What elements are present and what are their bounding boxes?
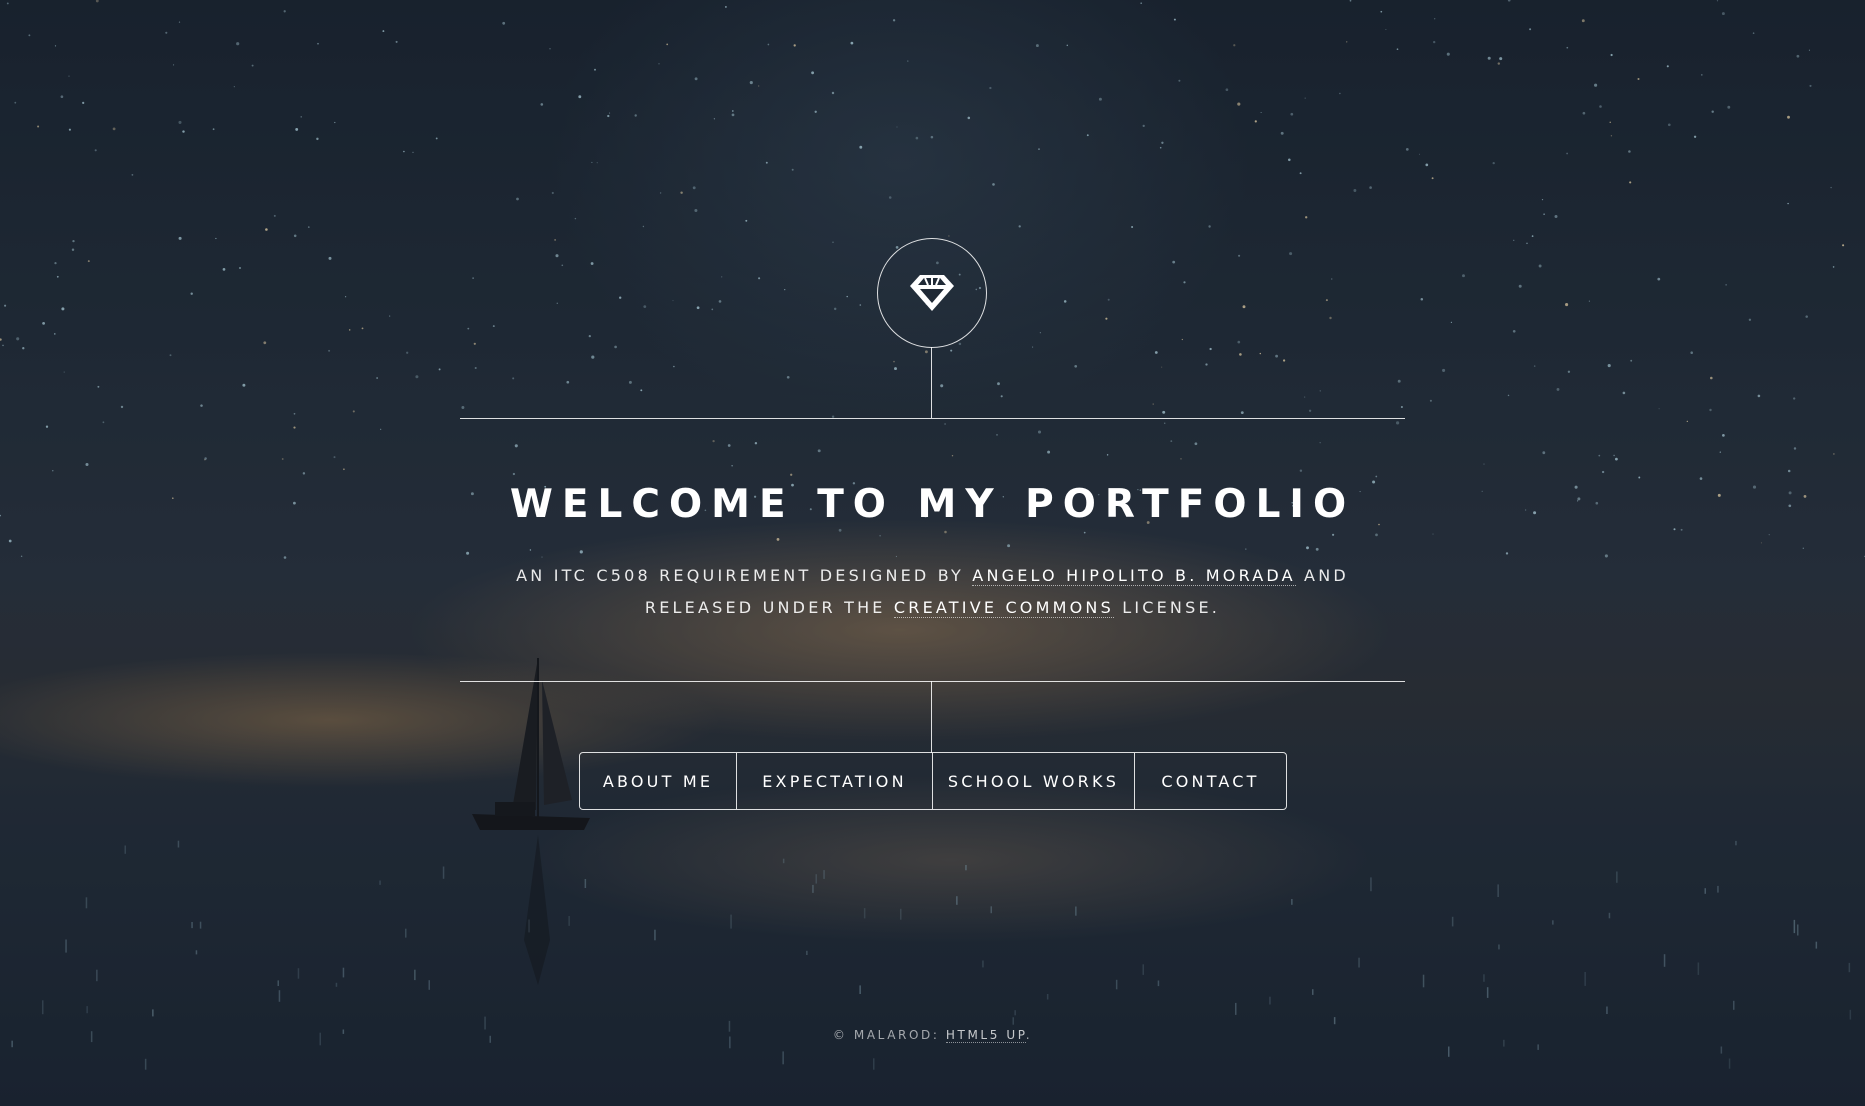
background-image	[0, 0, 1865, 1106]
main-nav: ABOUT ME EXPECTATION SCHOOL WORKS CONTAC…	[579, 752, 1287, 810]
nav-expectation[interactable]: EXPECTATION	[736, 753, 932, 809]
subtitle-text: LICENSE.	[1113, 598, 1221, 617]
nav-connector-line	[931, 681, 932, 753]
background-overlay	[0, 0, 1865, 1106]
top-divider	[460, 418, 1405, 419]
logo-circle	[877, 238, 987, 348]
nav-contact[interactable]: CONTACT	[1134, 753, 1286, 809]
subtitle-text: AN ITC C508 REQUIREMENT DESIGNED BY	[516, 566, 973, 585]
html5up-link[interactable]: HTML5 UP	[945, 1028, 1026, 1043]
creative-commons-link[interactable]: CREATIVE COMMONS	[893, 598, 1114, 618]
page-subtitle: AN ITC C508 REQUIREMENT DESIGNED BY ANGE…	[490, 560, 1375, 624]
bottom-divider	[460, 681, 1405, 682]
footer-copyright: © MALAROD: HTML5 UP.	[0, 1028, 1865, 1043]
author-link[interactable]: ANGELO HIPOLITO B. MORADA	[972, 566, 1296, 586]
nav-about-me[interactable]: ABOUT ME	[580, 753, 736, 809]
page-title: WELCOME TO MY PORTFOLIO	[509, 482, 1356, 527]
logo-connector-line	[931, 347, 932, 418]
footer-text: .	[1025, 1028, 1033, 1042]
nav-school-works[interactable]: SCHOOL WORKS	[932, 753, 1134, 809]
diamond-icon	[910, 275, 954, 311]
footer-text: © MALAROD:	[832, 1028, 946, 1042]
